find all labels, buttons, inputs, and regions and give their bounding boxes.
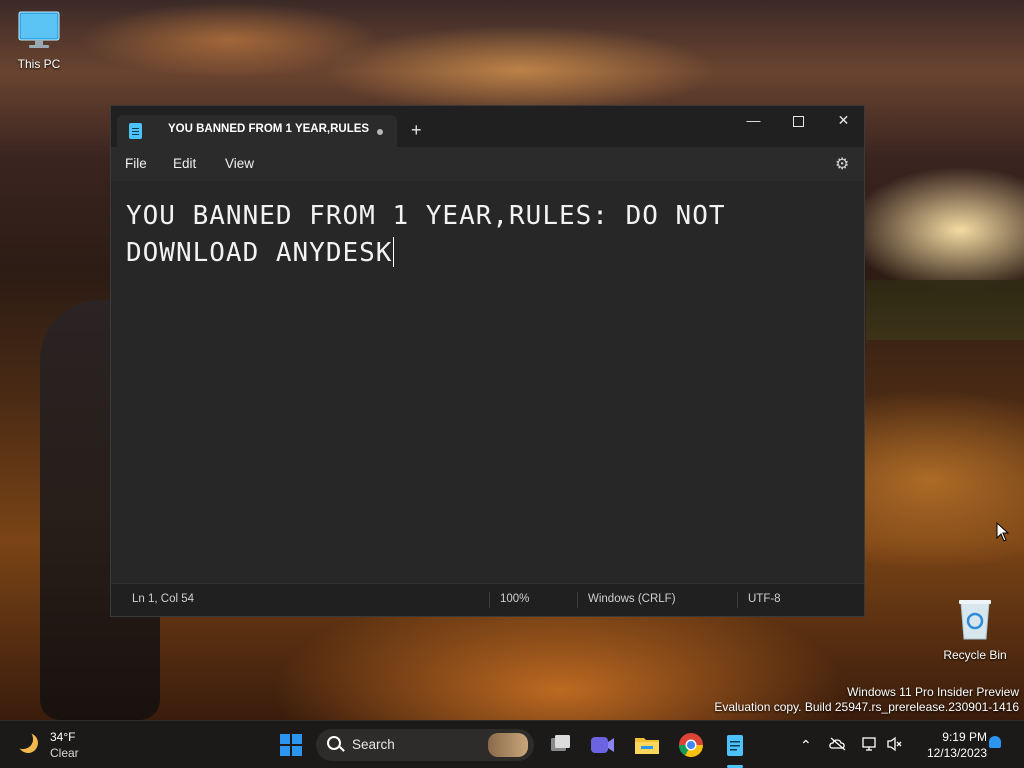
taskbar: 34°F Clear Search ⌃ 9:19 PM 12/13/2023	[0, 720, 1024, 768]
menu-bar: File Edit View ⚙	[111, 147, 864, 181]
weather-condition: Clear	[50, 746, 79, 760]
mouse-cursor-icon	[996, 522, 1010, 542]
show-hidden-icons-chevron-icon[interactable]: ⌃	[800, 737, 812, 754]
notepad-window: YOU BANNED FROM 1 YEAR,RULES + — ✕ File …	[110, 105, 865, 617]
monitor-icon	[18, 11, 60, 48]
meet-icon[interactable]	[586, 729, 618, 761]
notepad-icon[interactable]	[719, 729, 751, 761]
maximize-button[interactable]	[776, 106, 821, 136]
zoom-level[interactable]: 100%	[500, 593, 529, 605]
desktop-icon-this-pc[interactable]: This PC	[12, 10, 66, 71]
status-divider	[489, 592, 490, 608]
start-icon	[280, 734, 290, 744]
notification-bell-icon[interactable]	[989, 736, 1001, 748]
settings-gear-icon[interactable]: ⚙	[835, 154, 849, 174]
search-label: Search	[352, 737, 395, 752]
onedrive-icon[interactable]	[829, 736, 847, 752]
chrome-icon[interactable]	[675, 729, 707, 761]
wallpaper-treeline	[866, 280, 1024, 340]
moon-icon	[15, 730, 41, 756]
desktop-icon-recycle-bin[interactable]: Recycle Bin	[940, 597, 1010, 662]
menu-view[interactable]: View	[225, 156, 254, 171]
minimize-button[interactable]: —	[731, 106, 776, 136]
encoding[interactable]: UTF-8	[748, 593, 781, 605]
line-ending[interactable]: Windows (CRLF)	[588, 593, 676, 605]
start-button[interactable]	[275, 729, 307, 761]
start-icon-pane	[292, 746, 302, 756]
status-divider	[737, 592, 738, 608]
clock-time: 9:19 PM	[942, 730, 987, 744]
tab-document[interactable]: YOU BANNED FROM 1 YEAR,RULES	[117, 115, 397, 147]
tab-title: YOU BANNED FROM 1 YEAR,RULES	[168, 123, 370, 135]
start-icon-pane	[292, 734, 302, 744]
document-content: YOU BANNED FROM 1 YEAR,RULES: DO NOT DOW…	[126, 201, 743, 268]
menu-file[interactable]: File	[125, 156, 147, 171]
start-icon-pane	[280, 746, 290, 756]
status-divider	[577, 592, 578, 608]
maximize-icon	[793, 115, 804, 127]
text-editor[interactable]: YOU BANNED FROM 1 YEAR,RULES: DO NOT DOW…	[111, 181, 864, 583]
system-clock[interactable]: 9:19 PM 12/13/2023	[915, 729, 987, 761]
clock-date: 12/13/2023	[926, 746, 987, 760]
unsaved-indicator-icon[interactable]	[377, 129, 383, 135]
notepad-icon	[129, 123, 142, 139]
recycle-bin-icon	[959, 600, 991, 640]
new-tab-button[interactable]: +	[411, 120, 422, 140]
volume-muted-icon[interactable]	[886, 736, 904, 752]
task-view-icon[interactable]	[544, 729, 576, 761]
watermark-build: Evaluation copy. Build 25947.rs_prerelea…	[714, 700, 1019, 714]
title-bar[interactable]: YOU BANNED FROM 1 YEAR,RULES + — ✕	[111, 106, 866, 147]
search-icon	[327, 736, 341, 750]
file-explorer-icon[interactable]	[631, 729, 663, 761]
cursor-position: Ln 1, Col 54	[132, 593, 195, 605]
close-button[interactable]: ✕	[821, 106, 866, 136]
recycle-bin-label: Recycle Bin	[943, 648, 1007, 662]
status-bar: Ln 1, Col 54 100% Windows (CRLF) UTF-8	[111, 583, 864, 616]
document-text[interactable]: YOU BANNED FROM 1 YEAR,RULES: DO NOT DOW…	[126, 198, 806, 272]
this-pc-label: This PC	[17, 57, 61, 71]
taskbar-search[interactable]: Search	[316, 729, 534, 761]
text-caret	[393, 237, 395, 267]
menu-edit[interactable]: Edit	[173, 156, 196, 171]
network-icon[interactable]	[861, 736, 879, 752]
weather-temperature: 34°F	[50, 730, 76, 744]
search-highlight-image	[488, 733, 528, 757]
watermark-edition: Windows 11 Pro Insider Preview	[847, 685, 1019, 699]
os-watermark: Windows 11 Pro Insider Preview Evaluatio…	[714, 685, 1019, 715]
